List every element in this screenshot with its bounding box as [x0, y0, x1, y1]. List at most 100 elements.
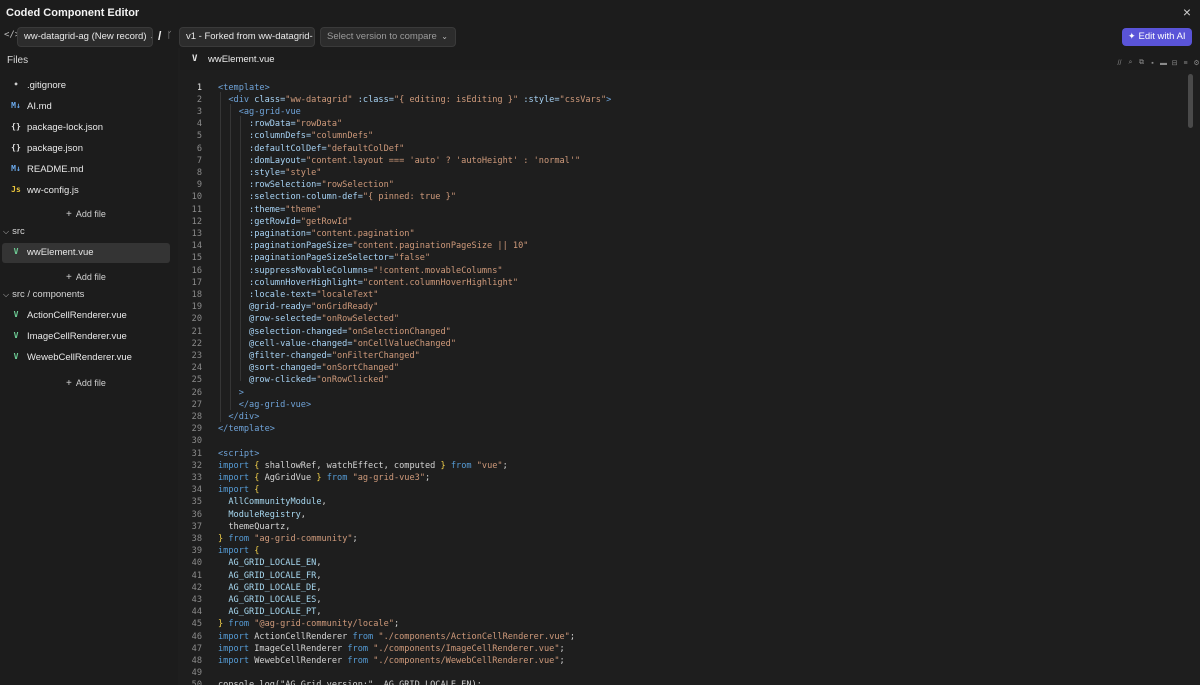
code-text: @sort-changed="onSortChanged" [249, 363, 400, 374]
code-line: 10 :selection-column-def="{ pinned: true… [183, 191, 1183, 203]
add-file-button[interactable]: + Add file [66, 209, 106, 220]
code-line: 5 :columnDefs="columnDefs" [183, 130, 1183, 142]
line-number: 38 [191, 533, 202, 544]
line-number: 2 [196, 94, 202, 105]
line-number: 31 [191, 448, 202, 459]
code-text: AG_GRID_LOCALE_PT, [228, 607, 322, 618]
code-line: 50 console.log("AG Grid version:", AG_GRI… [183, 679, 1183, 685]
code-text: :style="style" [249, 167, 322, 178]
line-number: 32 [191, 460, 202, 471]
file-item-wwelement[interactable]: V wwElement.vue [2, 243, 170, 263]
line-number: 42 [191, 582, 202, 593]
editor-tool-icon[interactable]: ▬ [1160, 60, 1167, 67]
line-number: 47 [191, 643, 202, 654]
file-item-readme[interactable]: M↓ README.md [2, 160, 170, 180]
file-name: README.md [27, 164, 84, 175]
code-text: > [238, 387, 244, 398]
line-number: 19 [191, 302, 202, 313]
line-number: 8 [196, 167, 202, 178]
code-line: 36 ModuleRegistry, [183, 509, 1183, 521]
code-line: 45} from "@ag-grid-community/locale"; [183, 618, 1183, 630]
markdown-icon: M↓ [11, 101, 21, 110]
folder-label: src / components [12, 289, 85, 300]
toolbar: </> ww-datagrid-ag (New record)⌄ / ᚴ v1 … [0, 26, 1200, 48]
code-line: 2 <div class="ww-datagrid" :class="{ edi… [183, 94, 1183, 106]
line-number: 35 [191, 497, 202, 508]
json-icon: {} [11, 122, 21, 131]
line-number: 16 [191, 265, 202, 276]
line-number: 41 [191, 570, 202, 581]
editor-tab-bar: V wwElement.vue // ⌕ ⧉ ▪ ▬ ⊟ ≡ ⚙ [180, 48, 1200, 70]
file-sidebar: Files • .gitignore M↓ AI.md {} package-l… [0, 48, 178, 685]
add-file-label: Add file [75, 272, 106, 282]
file-name: wwElement.vue [27, 247, 94, 258]
code-editor[interactable]: 1 <template> 2 <div class="ww-datagrid" :c… [183, 74, 1191, 685]
chevron-down-icon: ⌵ [3, 290, 10, 299]
vue-icon: V [13, 352, 19, 361]
line-number: 3 [196, 106, 202, 117]
line-number: 10 [191, 192, 202, 203]
edit-with-ai-button[interactable]: ✦ Edit with AI [1122, 28, 1192, 46]
line-number: 24 [191, 363, 202, 374]
line-number: 50 [183, 679, 202, 685]
code-line: 38 } from "ag-grid-community"; [183, 533, 1183, 545]
file-item-ww-config[interactable]: Js ww-config.js [2, 181, 170, 201]
code-line: 37 themeQuartz, [183, 521, 1183, 533]
code-text: @row-clicked="onRowClicked" [249, 375, 389, 386]
add-file-button[interactable]: + Add file [66, 378, 106, 389]
code-text: :getRowId="getRowId" [249, 216, 353, 227]
file-item-package-lock[interactable]: {} package-lock.json [2, 118, 170, 138]
editor-tool-icon[interactable]: ⚙ [1193, 59, 1200, 67]
code-line: 16 :suppressMovableColumns="!content.mov… [183, 265, 1183, 277]
code-text: AG_GRID_LOCALE_ES, [228, 594, 322, 605]
code-text: :paginationPageSize="content.paginationP… [249, 241, 529, 252]
folder-src[interactable]: ⌵ src [3, 226, 25, 237]
vue-icon: V [13, 331, 19, 340]
active-file-tab[interactable]: wwElement.vue [208, 54, 275, 65]
line-number: 29 [191, 424, 202, 435]
code-text: <ag-grid-vue [238, 106, 301, 117]
code-text: </ag-grid-vue> [238, 399, 312, 410]
line-number: 49 [191, 668, 202, 679]
line-number: 11 [191, 204, 202, 215]
file-item-package-json[interactable]: {} package.json [2, 139, 170, 159]
editor-tool-icon[interactable]: ⌕ [1127, 59, 1134, 67]
version-select[interactable]: v1 - Forked from ww-datagrid-⌄ [179, 27, 315, 47]
editor-tool-icon[interactable]: ▪ [1149, 60, 1156, 67]
editor-scrollbar[interactable] [1188, 74, 1193, 128]
file-item-image-cell-renderer[interactable]: V ImageCellRenderer.vue [2, 327, 170, 347]
code-text: AG_GRID_LOCALE_FR, [228, 570, 322, 581]
line-number: 40 [191, 558, 202, 569]
file-item-weweb-cell-renderer[interactable]: V WewebCellRenderer.vue [2, 348, 170, 368]
editor-tool-icon[interactable]: ⊟ [1171, 59, 1178, 67]
code-text: } from "@ag-grid-community/locale"; [218, 619, 400, 630]
code-text: } from "ag-grid-community"; [218, 533, 358, 544]
code-text: </div> [228, 411, 260, 422]
line-number: 27 [191, 399, 202, 410]
file-item-ai-md[interactable]: M↓ AI.md [2, 97, 170, 117]
code-text: import ActionCellRenderer from "./compon… [218, 631, 576, 642]
add-file-button[interactable]: + Add file [66, 272, 106, 283]
line-number: 22 [191, 338, 202, 349]
record-select[interactable]: ww-datagrid-ag (New record)⌄ [17, 27, 153, 47]
code-line: 26 > [183, 387, 1183, 399]
plus-icon: + [66, 378, 72, 389]
javascript-icon: Js [11, 185, 21, 194]
line-number: 18 [191, 289, 202, 300]
vue-icon: V [13, 310, 19, 319]
file-item-action-cell-renderer[interactable]: V ActionCellRenderer.vue [2, 306, 170, 326]
folder-src-components[interactable]: ⌵ src / components [3, 289, 84, 300]
close-icon[interactable]: × [1183, 4, 1191, 20]
line-number: 1 [196, 82, 202, 93]
editor-tool-icon[interactable]: // [1116, 60, 1123, 67]
line-number: 14 [191, 241, 202, 252]
code-line: 17 :columnHoverHighlight="content.column… [183, 277, 1183, 289]
files-heading: Files [7, 55, 29, 66]
editor-tool-icon[interactable]: ⧉ [1138, 59, 1145, 67]
code-line: 20 @row-selected="onRowSelected" [183, 313, 1183, 325]
code-line: 22 @cell-value-changed="onCellValueChang… [183, 338, 1183, 350]
compare-version-select[interactable]: Select version to compare ⌄ [320, 27, 456, 47]
file-item-gitignore[interactable]: • .gitignore [2, 76, 170, 96]
code-line: 23 @filter-changed="onFilterChanged" [183, 350, 1183, 362]
editor-tool-icon[interactable]: ≡ [1182, 60, 1189, 67]
